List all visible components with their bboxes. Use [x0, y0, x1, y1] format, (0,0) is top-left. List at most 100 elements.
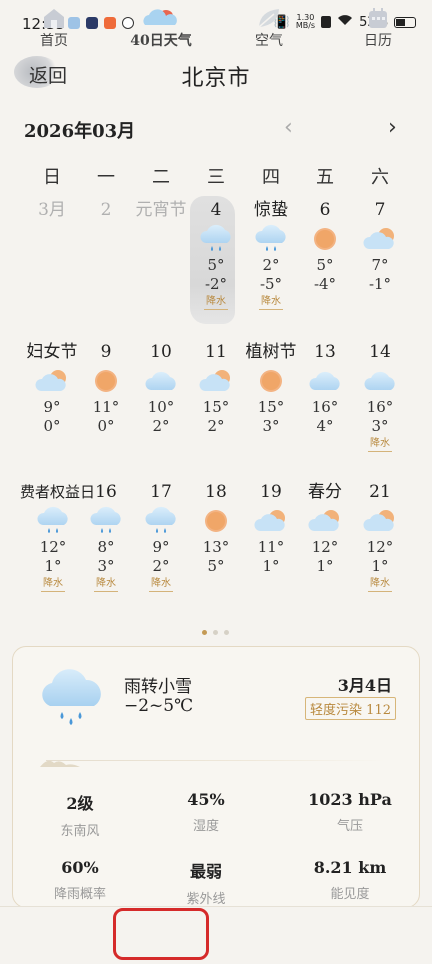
day-label: 费者权益日 [20, 483, 96, 501]
low-temp: 2° [207, 417, 225, 435]
partly-cloudy-icon [24, 364, 80, 398]
precip-tag: 降水 [188, 295, 244, 311]
calendar-day-cell: 3月 [24, 198, 80, 222]
low-temp: 1° [44, 557, 62, 575]
calendar-day-cell[interactable]: 7 7° -1° [352, 198, 408, 294]
calendar-day-cell[interactable]: 4 5° -2° 降水 [188, 198, 244, 311]
day-label: 6 [319, 200, 331, 220]
calendar-day-cell[interactable]: 13 16° 4° [297, 340, 353, 436]
calendar-day-cell[interactable]: 妇女节 9° 0° [24, 340, 80, 436]
high-temp: 11° [92, 398, 120, 416]
high-temp: 15° [202, 398, 230, 416]
rain-cloud-icon [78, 504, 134, 538]
day-label: 元宵节 [135, 200, 187, 220]
nav-40day[interactable]: 40日天气 [121, 6, 201, 50]
day-label: 17 [150, 482, 172, 502]
mountain-decoration [40, 754, 80, 773]
calendar-day-cell[interactable]: 植树节 15° 3° [243, 340, 299, 436]
weekday-sunday: 日 [43, 167, 61, 188]
high-temp: 11° [257, 538, 285, 556]
low-temp: 1° [262, 557, 280, 575]
partly-cloudy-icon [352, 504, 408, 538]
calendar-day-cell[interactable]: 惊蛰 2° -5° 降水 [243, 198, 299, 311]
weather-stat: 最弱 紫外线 [146, 858, 266, 907]
low-temp: 2° [152, 417, 170, 435]
calendar-day-cell[interactable]: 18 13° 5° [188, 480, 244, 576]
partly-cloudy-icon [297, 504, 353, 538]
calendar-day-cell[interactable]: 10 10° 2° [133, 340, 189, 436]
day-label: 植树节 [245, 342, 297, 362]
page-indicator [202, 630, 229, 635]
rain-cloud-icon [243, 222, 299, 256]
precip-tag: 降水 [20, 577, 86, 593]
stat-value: 45% [187, 790, 225, 809]
calendar-day-cell[interactable]: 21 12° 1° 降水 [352, 480, 408, 593]
cloud-icon [133, 364, 189, 398]
rain-cloud-icon [188, 222, 244, 256]
high-temp: 2° [262, 256, 280, 274]
stat-label: 紫外线 [186, 892, 226, 907]
stat-value: 8.21 km [313, 858, 387, 877]
stat-label: 湿度 [192, 819, 219, 834]
stat-value: 最弱 [189, 862, 222, 881]
high-temp: 16° [366, 398, 394, 416]
high-temp: 12° [366, 538, 394, 556]
day-label: 春分 [308, 482, 342, 502]
precip-tag: 降水 [352, 577, 408, 593]
aqi-badge[interactable]: 轻度污染 112 [305, 697, 396, 720]
weekday-thursday: 四 [262, 167, 280, 188]
low-temp: 0° [43, 417, 61, 435]
calendar-day-cell[interactable]: 14 16° 3° 降水 [352, 340, 408, 453]
nav-home[interactable]: 首页 [14, 6, 94, 50]
notification-app-icon [104, 17, 116, 29]
low-temp: 3° [371, 417, 389, 435]
low-temp: 5° [207, 557, 225, 575]
cloud-icon [352, 364, 408, 398]
sun-icon [188, 504, 244, 538]
low-temp: 0° [97, 417, 115, 435]
day-label: 16 [95, 482, 117, 502]
day-label: 11 [205, 342, 227, 362]
day-label: 14 [369, 342, 391, 362]
cloud-icon [297, 364, 353, 398]
selected-tab-highlight [113, 908, 209, 960]
rain-cloud-icon [36, 666, 106, 732]
stat-label: 能见度 [330, 887, 370, 902]
calendar-day-cell[interactable]: 9 11° 0° [78, 340, 134, 436]
high-temp: 12° [39, 538, 67, 556]
low-temp: -1° [368, 275, 392, 293]
day-label: 9 [100, 342, 112, 362]
calendar-day-cell[interactable]: 19 11° 1° [243, 480, 299, 576]
weekday-monday: 一 [97, 167, 115, 188]
next-month-button[interactable]: › [388, 115, 397, 140]
partly-cloudy-icon [188, 364, 244, 398]
calendar-day-cell[interactable]: 16 8° 3° 降水 [78, 480, 134, 593]
low-temp: 1° [316, 557, 334, 575]
calendar-day-cell[interactable]: 春分 12° 1° [297, 480, 353, 576]
calendar-day-cell[interactable]: 11 15° 2° [188, 340, 244, 436]
month-label: 2026年03月 [24, 121, 136, 142]
stat-value: 2级 [66, 794, 94, 813]
cloud-icon [121, 6, 201, 30]
prev-month-button[interactable]: ‹ [284, 115, 293, 140]
high-temp: 8° [97, 538, 115, 556]
sun-icon [297, 222, 353, 256]
low-temp: 3° [97, 557, 115, 575]
calendar-day-cell[interactable]: 17 9° 2° 降水 [133, 480, 189, 593]
stat-value: 1023 hPa [308, 790, 392, 809]
page-title: 北京市 [181, 66, 251, 91]
calendar-day-cell[interactable]: 费者权益日 12° 1° 降水 [20, 480, 96, 593]
weather-stat: 8.21 km 能见度 [290, 858, 410, 902]
low-temp: 4° [316, 417, 334, 435]
nav-calendar[interactable]: 日历 [338, 6, 418, 50]
nav-air[interactable]: 空气 [229, 6, 309, 50]
nav-calendar-label: 日历 [364, 33, 392, 49]
high-temp: 7° [371, 256, 389, 274]
precip-tag: 降水 [133, 577, 189, 593]
high-temp: 9° [43, 398, 61, 416]
calendar-day-cell: 元宵节 [133, 198, 189, 222]
calendar-day-cell[interactable]: 6 5° -4° [297, 198, 353, 294]
day-label: 妇女节 [26, 342, 78, 362]
day-label: 21 [369, 482, 391, 502]
partly-cloudy-icon [352, 222, 408, 256]
